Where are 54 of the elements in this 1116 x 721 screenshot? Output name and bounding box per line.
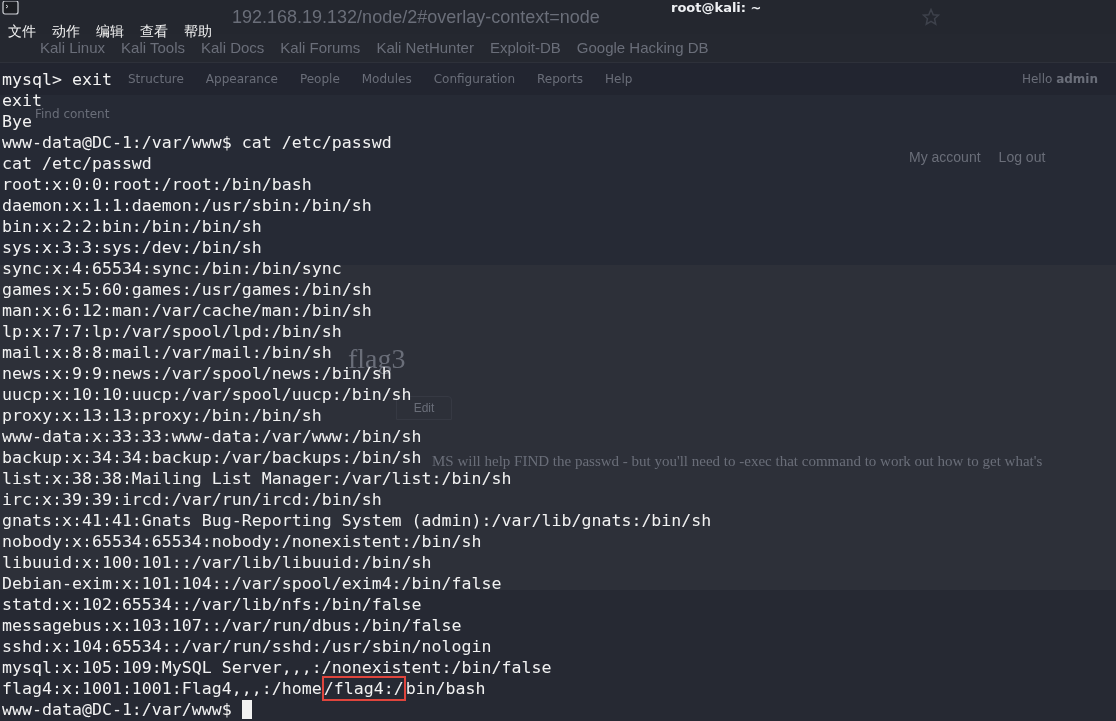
terminal-line: flag4:x:1001:1001:Flag4,,,:/home [2,678,322,699]
terminal-line: irc:x:39:39:ircd:/var/run/ircd:/bin/sh [2,489,382,510]
terminal-line: nobody:x:65534:65534:nobody:/nonexistent:/bin/sh [2,531,482,552]
bookmark-link[interactable]: Google Hacking DB [576,36,709,60]
terminal-icon [2,1,20,15]
window-title: root@kali: ~ [671,0,762,17]
admin-menu-item[interactable]: People [299,70,340,88]
terminal-line: root:x:0:0:root:/root:/bin/bash [2,174,312,195]
admin-menu-item[interactable]: Reports [537,70,584,88]
terminal-line: man:x:6:12:man:/var/cache/man:/bin/sh [2,300,372,321]
terminal-line: Debian-exim:x:101:104::/var/spool/exim4:/bin/false [2,573,502,594]
account-link[interactable]: Log out [998,147,1046,168]
bookmark-link[interactable]: Exploit-DB [489,36,561,60]
terminal-line: list:x:38:38:Mailing List Manager:/var/list:/bin/sh [2,469,512,489]
body-text: MS will help FIND the passwd - but you'll need to -exec that command to work out how to get what's [432,452,1044,471]
terminal-line: backup:x:34:34:backup:/var/backups:/bin/sh [2,447,422,468]
menu-item[interactable]: 查看 [140,20,168,42]
terminal-line: mysql> exit [2,69,112,90]
terminal-line: sys:x:3:3:sys:/dev:/bin/sh [2,237,262,258]
terminal-line: bin/bash [405,678,486,699]
greeting-text: Hello admin [1021,71,1098,88]
terminal-line: bin:x:2:2:bin:/bin:/bin/sh [2,216,262,237]
terminal-line: www-data:x:33:33:www-data:/var/www:/bin/sh [2,426,422,447]
command-prompt: www-data@DC-1:/var/www$ [2,699,232,720]
menu-item[interactable]: 编辑 [96,20,124,42]
terminal-line: gnats:x:41:41:Gnats Bug-Reporting System (admin):/var/lib/gnats:/bin/sh [2,510,712,531]
terminal-line: mail:x:8:8:mail:/var/mail:/bin/sh [2,342,332,363]
terminal-line: games:x:5:60:games:/usr/games:/bin/sh [2,279,372,300]
admin-menu-item[interactable]: Structure [128,70,184,88]
terminal-line: proxy:x:13:13:proxy:/bin:/bin/sh [2,405,322,426]
address-bar-url: 192.168.19.132/node/2#overlay-context=node [232,5,600,29]
terminal-line: libuuid:x:100:101::/var/lib/libuuid:/bin/sh [2,552,432,573]
terminal-line: daemon:x:1:1:daemon:/usr/sbin:/bin/sh [2,195,372,216]
terminal-line: messagebus:x:103:107::/var/run/dbus:/bin/false [2,615,462,636]
terminal-line: Bye [2,111,32,132]
bookmark-link[interactable]: Kali NetHunter [376,36,474,60]
menu-item[interactable]: 动作 [52,20,80,42]
menu-item[interactable]: 帮助 [184,20,212,42]
account-link[interactable]: My account [909,147,981,168]
terminal-line: statd:x:102:65534::/var/lib/nfs:/bin/false [2,594,422,615]
admin-menu-item[interactable]: Appearance [205,70,278,88]
admin-menu-item[interactable]: Configuration [433,70,516,88]
terminal-line: cat /etc/passwd [2,153,152,174]
terminal-line: mysql:x:105:109:MySQL Server,,,:/nonexistent:/bin/false [2,657,552,678]
bookmark-link[interactable]: Kali Forums [280,36,361,60]
highlight-box: /flag4:/ [321,676,406,701]
menu-item[interactable]: 文件 [8,20,36,42]
terminal-line: sync:x:4:65534:sync:/bin:/bin/sync [2,258,342,279]
terminal-line: sshd:x:104:65534::/var/run/sshd:/usr/sbin/nologin [2,636,492,657]
star-icon [922,8,940,26]
admin-menu-item[interactable]: Help [605,70,633,88]
terminal-line: www-data@DC-1:/var/www$ cat /etc/passwd [2,132,392,153]
terminal-line: lp:x:7:7:lp:/var/spool/lpd:/bin/sh [2,321,342,342]
admin-menu-item[interactable]: Modules [361,70,412,88]
